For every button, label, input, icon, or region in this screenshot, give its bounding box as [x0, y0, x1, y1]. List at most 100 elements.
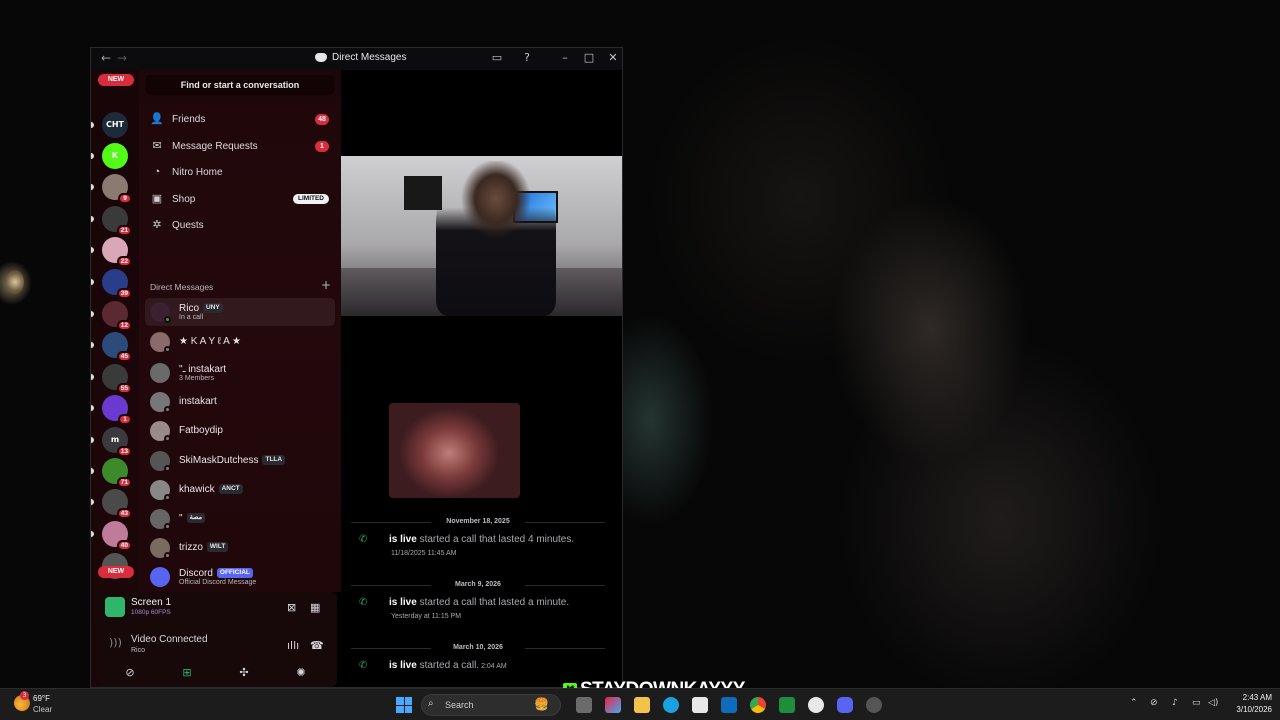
- dm-name: instakart: [179, 396, 217, 407]
- server-icon[interactable]: 43: [102, 489, 132, 519]
- screen-share-row[interactable]: Screen 1 1080p 60FPS ⊠ ▦: [97, 592, 337, 622]
- share-screen-icon[interactable]: ⊞: [176, 664, 198, 682]
- window-title: Direct Messages: [315, 52, 406, 63]
- forward-icon[interactable]: →: [117, 51, 127, 65]
- disconnect-icon[interactable]: ☎: [310, 639, 324, 652]
- screen-share-thumbnail: [105, 597, 125, 617]
- server-mention-badge: 13: [116, 446, 132, 457]
- dm-item[interactable]: " مصة: [145, 505, 335, 533]
- start-button[interactable]: [396, 697, 412, 713]
- call-author[interactable]: is live: [389, 534, 417, 545]
- weather-temp[interactable]: 69°F: [33, 694, 50, 703]
- weather-desc[interactable]: Clear: [33, 705, 52, 714]
- widgets-icon[interactable]: [605, 697, 621, 713]
- screen-share-quality: 1080p 60FPS: [131, 609, 171, 616]
- tray-chevron-icon[interactable]: ⌃: [1130, 698, 1138, 708]
- steam-icon[interactable]: [866, 697, 882, 713]
- clan-tag: WILT: [206, 542, 229, 553]
- title-bar: ← → Direct Messages ▭ ? – □ ✕: [91, 48, 622, 70]
- dm-item[interactable]: Rico UNY In a call: [145, 298, 335, 326]
- server-icon[interactable]: 22: [102, 237, 132, 267]
- screen-share-title: Screen 1: [131, 597, 172, 608]
- edge-icon[interactable]: [663, 697, 679, 713]
- call-timestamp: 11/18/2025 11:45 AM: [391, 550, 457, 557]
- outlook-icon[interactable]: [721, 697, 737, 713]
- server-icon[interactable]: 45: [102, 332, 132, 362]
- server-icon[interactable]: 1: [102, 395, 132, 425]
- dm-item[interactable]: khawick ANCT: [145, 476, 335, 504]
- dm-name-text: ★ K A Y ℓ A ★: [179, 336, 241, 347]
- call-author[interactable]: is live: [389, 597, 417, 608]
- voice-channel-name[interactable]: Rico: [131, 647, 145, 654]
- date-divider-label: March 10, 2026: [431, 644, 525, 651]
- store-icon[interactable]: [692, 697, 708, 713]
- dm-item[interactable]: Fatboydip: [145, 417, 335, 445]
- call-text: started a call that lasted a minute.: [419, 597, 570, 608]
- server-icon[interactable]: K: [102, 143, 128, 169]
- network-off-icon[interactable]: ⊘: [1150, 698, 1158, 708]
- call-timestamp: Yesterday at 11:15 PM: [391, 613, 462, 620]
- server-mention-badge: 21: [116, 225, 132, 236]
- back-icon[interactable]: ←: [101, 51, 111, 65]
- dm-item[interactable]: instakart: [145, 388, 335, 416]
- clan-tag: ANCT: [218, 484, 243, 495]
- file-explorer-icon[interactable]: [634, 697, 650, 713]
- task-view-icon[interactable]: [576, 697, 592, 713]
- server-mention-badge: 45: [116, 351, 132, 362]
- unread-pip: [91, 216, 94, 222]
- unread-pip: [91, 499, 94, 505]
- call-author[interactable]: is live: [389, 660, 417, 671]
- status-indicator: [164, 316, 171, 323]
- clock-date[interactable]: 3/10/2026: [1226, 705, 1272, 714]
- clock-time[interactable]: 2:43 AM: [1226, 693, 1272, 702]
- taskbar-search[interactable]: ⌕ Search 🍔: [421, 694, 561, 716]
- noise-suppression-icon[interactable]: ıllı: [287, 639, 299, 652]
- stream-settings-icon[interactable]: ▦: [310, 601, 320, 614]
- microphone-icon[interactable]: ♪: [1172, 698, 1178, 708]
- server-icon[interactable]: 12: [102, 301, 132, 331]
- activities-icon[interactable]: ✣: [233, 664, 255, 682]
- server-icon[interactable]: m 13: [102, 427, 132, 457]
- dm-item[interactable]: trizzo WILT: [145, 534, 335, 562]
- phone-icon: ✆: [359, 660, 368, 671]
- minimize-icon[interactable]: –: [557, 51, 573, 64]
- dm-item[interactable]: SkiMaskDutchess TLLA: [145, 447, 335, 475]
- server-icon[interactable]: 55: [102, 364, 132, 394]
- obs-icon[interactable]: [808, 697, 824, 713]
- inbox-icon[interactable]: ▭: [489, 51, 505, 64]
- server-icon[interactable]: 9: [102, 174, 132, 204]
- dm-item[interactable]: Discord OFFICIAL Official Discord Message: [145, 563, 335, 591]
- close-icon[interactable]: ✕: [605, 51, 621, 64]
- dm-name: ★ K A Y ℓ A ★: [179, 336, 241, 347]
- volume-icon[interactable]: ◁): [1208, 698, 1218, 708]
- date-divider-label: March 9, 2026: [431, 581, 525, 588]
- new-unreads-pill[interactable]: NEW: [98, 74, 134, 86]
- help-icon[interactable]: ?: [519, 51, 535, 64]
- dm-name-text: Rico: [179, 303, 200, 314]
- chrome-icon[interactable]: [750, 697, 766, 713]
- stop-stream-icon[interactable]: ⊠: [287, 601, 296, 614]
- taskbar: 3 69°F Clear ⌕ Search 🍔 ⌃ ⊘ ♪ ▭ ◁) 2:43 …: [0, 688, 1280, 720]
- dm-name: SkiMaskDutchess TLLA: [179, 455, 286, 466]
- dm-subtitle: 3 Members: [179, 375, 215, 382]
- dm-item[interactable]: ★ K A Y ℓ A ★: [145, 328, 335, 356]
- server-icon[interactable]: 40: [102, 521, 132, 551]
- clan-tag: UNY: [203, 303, 223, 314]
- video-stream-preview[interactable]: [341, 156, 622, 316]
- display-icon[interactable]: ▭: [1192, 698, 1201, 708]
- dm-item[interactable]: "ـ instakart 3 Members: [145, 359, 335, 387]
- soundboard-icon[interactable]: ✺: [290, 664, 312, 682]
- window-title-text: Direct Messages: [332, 52, 407, 63]
- new-unreads-pill-bottom[interactable]: NEW: [98, 566, 134, 578]
- maximize-icon[interactable]: □: [581, 51, 597, 64]
- message-image-attachment[interactable]: [389, 403, 520, 498]
- camera-off-icon[interactable]: ⊘: [119, 664, 141, 682]
- server-icon[interactable]: 71: [102, 458, 132, 488]
- weather-badge: 3: [20, 691, 29, 700]
- server-icon[interactable]: CHT: [102, 112, 128, 138]
- server-icon[interactable]: 39: [102, 269, 132, 299]
- server-icon[interactable]: 21: [102, 206, 132, 236]
- discord-taskbar-icon[interactable]: [837, 697, 853, 713]
- sheets-icon[interactable]: [779, 697, 795, 713]
- connection-signal-icon[interactable]: ))): [109, 636, 122, 649]
